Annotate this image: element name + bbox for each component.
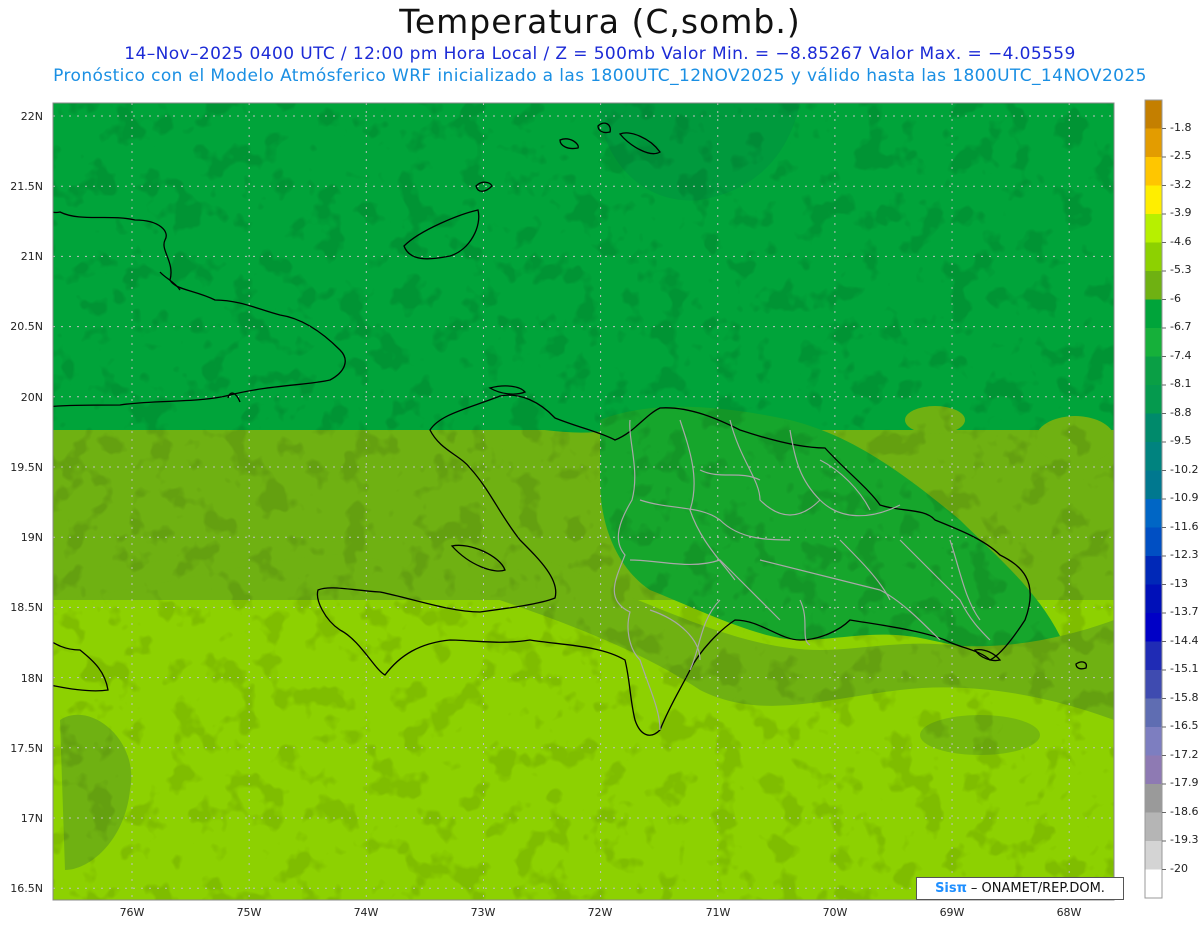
colorbar-swatch [1145, 442, 1162, 471]
colorbar-label: -2.5 [1170, 149, 1192, 162]
colorbar-swatch [1145, 271, 1162, 300]
colorbar-label: -4.6 [1170, 235, 1192, 248]
colorbar-swatch [1145, 499, 1162, 528]
colorbar-swatch [1145, 328, 1162, 357]
colorbar-swatch [1145, 698, 1162, 727]
lat-label: 16.5N [10, 882, 43, 895]
colorbar-swatch [1145, 100, 1162, 129]
colorbar-label: -20 [1170, 862, 1188, 875]
colorbar-label: -6 [1170, 292, 1181, 305]
colorbar-swatch [1145, 755, 1162, 784]
colorbar-swatch [1145, 385, 1162, 414]
colorbar-swatch [1145, 613, 1162, 642]
lon-label: 68W [1056, 906, 1082, 919]
colorbar-swatch [1145, 841, 1162, 870]
lat-label: 21N [20, 250, 43, 263]
colorbar-label: -17.9 [1170, 776, 1199, 789]
lat-label: 17.5N [10, 742, 43, 755]
colorbar-label: -8.8 [1170, 406, 1192, 419]
colorbar-swatch [1145, 584, 1162, 613]
lon-label: 71W [705, 906, 731, 919]
colorbar-swatch [1145, 299, 1162, 328]
colorbar-swatch [1145, 128, 1162, 157]
colorbar-swatch [1145, 527, 1162, 556]
colorbar-swatch [1145, 185, 1162, 214]
lat-label: 20.5N [10, 320, 43, 333]
lat-label: 19N [20, 531, 43, 544]
colorbar-swatch [1145, 556, 1162, 585]
colorbar-swatch [1145, 670, 1162, 699]
map-figure [52, 99, 1166, 901]
colorbar-label: -7.4 [1170, 349, 1192, 362]
colorbar-label: -13.7 [1170, 605, 1199, 618]
lon-label: 72W [587, 906, 613, 919]
colorbar-label: -18.6 [1170, 805, 1199, 818]
colorbar-swatch [1145, 727, 1162, 756]
credit-text: – ONAMET/REP.DOM. [970, 881, 1105, 896]
colorbar-label: -10.2 [1170, 463, 1199, 476]
colorbar-label: -15.8 [1170, 691, 1199, 704]
lat-label: 18.5N [10, 601, 43, 614]
colorbar-swatch [1145, 356, 1162, 385]
colorbar-swatch [1145, 413, 1162, 442]
colorbar-swatch [1145, 869, 1162, 898]
colorbar-label: -14.4 [1170, 634, 1199, 647]
colorbar-label: -11.6 [1170, 520, 1199, 533]
colorbar [1144, 99, 1166, 899]
colorbar-label: -3.9 [1170, 206, 1192, 219]
lat-label: 17N [20, 812, 43, 825]
colorbar-label: -16.5 [1170, 719, 1199, 732]
colorbar-label: -15.1 [1170, 662, 1199, 675]
credit-box: Sisπ – ONAMET/REP.DOM. [916, 877, 1124, 900]
colorbar-swatch [1145, 641, 1162, 670]
lon-label: 74W [353, 906, 379, 919]
colorbar-label: -9.5 [1170, 434, 1192, 447]
lat-label: 22N [20, 110, 43, 123]
colorbar-label: -8.1 [1170, 377, 1192, 390]
lon-label: 70W [822, 906, 848, 919]
colorbar-label: -10.9 [1170, 491, 1199, 504]
lat-label: 20N [20, 391, 43, 404]
temperature-field [53, 103, 1114, 900]
lat-label: 21.5N [10, 180, 43, 193]
lat-label: 18N [20, 672, 43, 685]
lon-label: 69W [939, 906, 965, 919]
field-mottle [53, 103, 1114, 900]
colorbar-label: -19.3 [1170, 833, 1199, 846]
colorbar-label: -3.2 [1170, 178, 1192, 191]
lat-label: 19.5N [10, 461, 43, 474]
colorbar-swatch [1145, 242, 1162, 271]
colorbar-label: -13 [1170, 577, 1188, 590]
colorbar-label: -12.3 [1170, 548, 1199, 561]
colorbar-swatch [1145, 214, 1162, 243]
colorbar-swatch [1145, 784, 1162, 813]
colorbar-label: -5.3 [1170, 263, 1192, 276]
colorbar-swatch [1145, 470, 1162, 499]
colorbar-label: -6.7 [1170, 320, 1192, 333]
sispi-logo-text: Sisπ [935, 881, 967, 896]
colorbar-label: -1.8 [1170, 121, 1192, 134]
colorbar-swatch [1145, 812, 1162, 841]
lon-label: 75W [236, 906, 262, 919]
lon-label: 76W [119, 906, 145, 919]
colorbar-label: -17.2 [1170, 748, 1199, 761]
lon-label: 73W [470, 906, 496, 919]
colorbar-swatch [1145, 157, 1162, 186]
